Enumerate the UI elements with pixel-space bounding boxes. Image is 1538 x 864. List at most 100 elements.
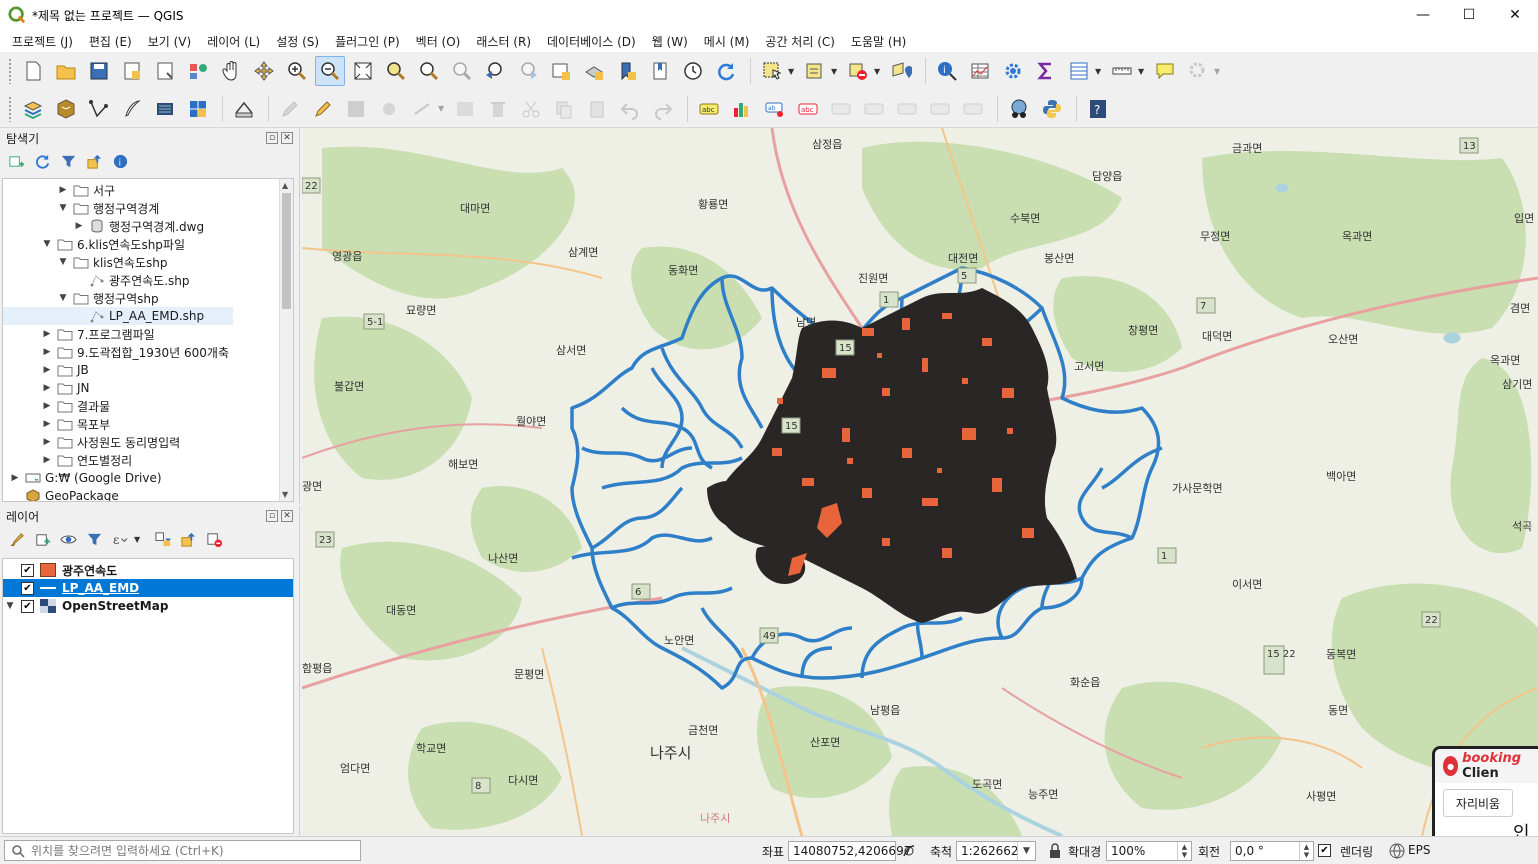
refresh-button[interactable] (711, 56, 741, 86)
temporal-controller-button[interactable] (678, 56, 708, 86)
new-shapefile-layer-button[interactable] (84, 94, 114, 124)
magnifier-spinner[interactable]: ▲ ▼ (1177, 842, 1191, 860)
browser-item[interactable]: ▶ 연도별정리 (3, 451, 133, 469)
layer-row-parcels[interactable]: ✔ 광주연속도 (3, 561, 293, 579)
copy-features-button[interactable] (549, 94, 579, 124)
label-properties-button[interactable] (958, 94, 988, 124)
pan-map-button[interactable] (216, 56, 246, 86)
layer-styling-button[interactable] (6, 529, 26, 549)
close-panel-icon[interactable]: ✕ (281, 510, 293, 522)
chevron-right-icon[interactable]: ▶ (41, 365, 53, 375)
chevron-right-icon[interactable]: ▶ (41, 383, 53, 393)
show-bookmarks-button[interactable] (645, 56, 675, 86)
rotation-spinner[interactable]: ▲ ▼ (1299, 842, 1313, 860)
add-selected-layers-button[interactable] (6, 151, 26, 171)
map-tips-button[interactable] (1150, 56, 1180, 86)
zoom-out-button[interactable] (315, 56, 345, 86)
select-dropdown-arrow[interactable]: ▼ (788, 67, 796, 76)
menu-raster[interactable]: 래스터 (R) (468, 33, 539, 50)
spin-down-icon[interactable]: ▼ (1182, 851, 1187, 859)
layout-manager-button[interactable] (150, 56, 180, 86)
browser-item[interactable]: GeoPackage (3, 487, 119, 501)
move-label-button[interactable] (826, 94, 856, 124)
close-panel-icon[interactable]: ✕ (281, 132, 293, 144)
menu-web[interactable]: 웹 (W) (644, 33, 696, 50)
identify-features-button[interactable]: i (932, 56, 962, 86)
browser-item[interactable]: LP_AA_EMD.shp (3, 307, 233, 325)
filter-by-expression-button[interactable]: ε (110, 529, 130, 549)
rotate-label-button[interactable] (892, 94, 922, 124)
chevron-down-icon[interactable]: ▼ (57, 293, 69, 303)
away-status-button[interactable]: 자리비움 (1443, 789, 1513, 817)
render-checkbox[interactable]: ✔ (1318, 844, 1331, 857)
refresh-browser-button[interactable] (32, 151, 52, 171)
menu-settings[interactable]: 설정 (S) (268, 33, 327, 50)
zoom-to-layer-button[interactable] (414, 56, 444, 86)
field-calc-dropdown-arrow[interactable]: ▼ (1095, 67, 1103, 76)
new-map-view-button[interactable] (546, 56, 576, 86)
spin-down-icon[interactable]: ▼ (1304, 851, 1309, 859)
paste-features-button[interactable] (582, 94, 612, 124)
show-hide-labels-button[interactable] (859, 94, 889, 124)
chevron-right-icon[interactable]: ▶ (41, 419, 53, 429)
expand-arrow-icon[interactable]: ▼ (3, 601, 17, 611)
layer-visibility-checkbox[interactable]: ✔ (21, 563, 34, 577)
zoom-last-button[interactable] (480, 56, 510, 86)
scrollbar-thumb[interactable] (282, 193, 291, 309)
select-location-button[interactable] (886, 56, 916, 86)
digitize-pen-button[interactable] (117, 94, 147, 124)
menu-view[interactable]: 보기 (V) (140, 33, 199, 50)
redo-button[interactable] (648, 94, 678, 124)
layer-row-osm[interactable]: ▼ ✔ OpenStreetMap (3, 597, 293, 615)
new-geopackage-layer-button[interactable] (51, 94, 81, 124)
save-project-button[interactable] (84, 56, 114, 86)
chevron-right-icon[interactable]: ▶ (41, 455, 53, 465)
chevron-right-icon[interactable]: ▶ (41, 401, 53, 411)
zoom-full-button[interactable] (348, 56, 378, 86)
browser-item[interactable]: ▶ 7.프로그램파일 (3, 325, 155, 343)
chevron-right-icon[interactable]: ▶ (73, 221, 85, 231)
spin-up-icon[interactable]: ▲ (1182, 843, 1187, 851)
zoom-native-button[interactable] (447, 56, 477, 86)
scroll-up-icon[interactable]: ▲ (282, 181, 288, 190)
chevron-down-icon[interactable]: ▼ (57, 203, 69, 213)
measure-dropdown-arrow[interactable]: ▼ (1138, 67, 1146, 76)
close-button[interactable]: ✕ (1492, 0, 1538, 30)
magnifier-field[interactable]: 100% ▲ ▼ (1106, 841, 1192, 861)
collapse-all-layers-button[interactable] (178, 529, 198, 549)
modify-attributes-button[interactable] (450, 94, 480, 124)
browser-item[interactable]: ▶ 9.도곽접합_1930년 600개축 (3, 343, 229, 361)
chevron-right-icon[interactable]: ▶ (41, 347, 53, 357)
open-field-calculator-button[interactable] (1064, 56, 1094, 86)
toggle-editing-button[interactable] (308, 94, 338, 124)
layer-visibility-checkbox[interactable]: ✔ (21, 599, 34, 613)
python-console-button[interactable] (1037, 94, 1067, 124)
float-panel-icon[interactable]: ▫ (266, 510, 278, 522)
remove-layer-button[interactable] (204, 529, 224, 549)
browser-item[interactable]: ▼ 행정구역경계 (3, 199, 160, 217)
menu-project[interactable]: 프로젝트 (J) (4, 33, 81, 50)
help-contents-button[interactable]: ? (1083, 94, 1113, 124)
expression-dropdown-arrow[interactable]: ▼ (134, 535, 142, 544)
delete-selected-button[interactable] (483, 94, 513, 124)
new-3d-view-button[interactable] (579, 56, 609, 86)
map-render[interactable]: 삼정읍담양읍금과면대마면 황룡면수북면 입면영광읍 삼계면 대전면 봉산면무정면 옥과면동화… (302, 128, 1538, 836)
zoom-in-button[interactable] (282, 56, 312, 86)
vertex-dropdown-arrow[interactable]: ▼ (438, 104, 446, 113)
toggle-editing-disabled-button[interactable] (275, 94, 305, 124)
spin-up-icon[interactable]: ▲ (1304, 843, 1309, 851)
select-by-value-button[interactable] (800, 56, 830, 86)
highlight-labels-button[interactable]: abc (793, 94, 823, 124)
pin-labels-button[interactable]: ab (760, 94, 790, 124)
change-label-button[interactable] (925, 94, 955, 124)
manage-visibility-button[interactable] (58, 529, 78, 549)
chevron-right-icon[interactable]: ▶ (41, 437, 53, 447)
toolbar-grip[interactable] (8, 58, 12, 84)
browser-item[interactable]: ▼ 행정구역shp (3, 289, 159, 307)
toolbar-grip[interactable] (8, 95, 12, 122)
chevron-down-icon[interactable]: ▼ (41, 239, 53, 249)
new-spatial-bookmark-button[interactable] (612, 56, 642, 86)
menu-vector[interactable]: 벡터 (O) (408, 33, 469, 50)
new-project-button[interactable] (18, 56, 48, 86)
booking-client-popup[interactable]: ● booking Clien 자리비움 인터 (1432, 746, 1538, 846)
